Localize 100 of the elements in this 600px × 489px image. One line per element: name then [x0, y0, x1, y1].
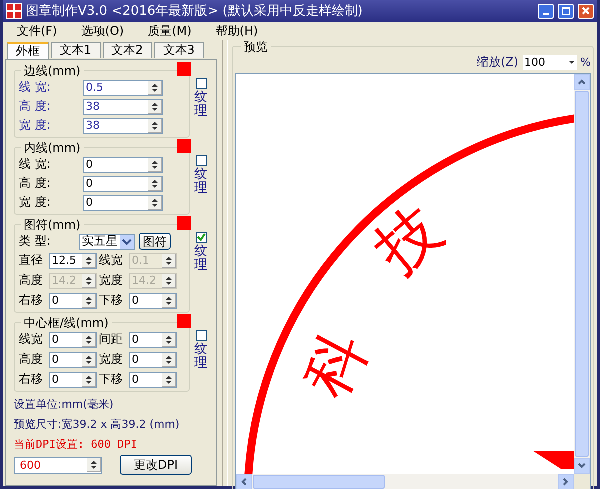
scroll-down-button[interactable] — [574, 458, 590, 474]
spin-field[interactable]: 0 — [129, 292, 177, 308]
scrollbar-thumb[interactable] — [575, 91, 589, 457]
tab[interactable]: 文本1 — [51, 42, 101, 58]
checkmark-icon — [196, 233, 206, 242]
spin-arrows-icon[interactable] — [162, 294, 176, 308]
field-label: 线 宽: — [19, 79, 52, 96]
field-label: 右移 — [19, 292, 44, 309]
texture-label: 纹理 — [194, 168, 208, 197]
color-swatch[interactable] — [177, 62, 191, 76]
color-swatch[interactable] — [177, 314, 191, 328]
spin-arrows-icon[interactable] — [162, 352, 176, 366]
color-swatch[interactable] — [177, 216, 191, 230]
field-label: 右移 — [19, 371, 44, 388]
group-title: 边线(mm) — [21, 63, 84, 80]
close-button[interactable] — [578, 4, 594, 18]
texture-label: 纹理 — [194, 245, 208, 274]
caret-right-icon — [563, 478, 569, 486]
spin-arrows-icon[interactable] — [148, 80, 162, 94]
window-title: 图章制作V3.0 <2016年最新版> (默认采用中反走样绘制) — [26, 3, 364, 20]
change-dpi-button[interactable]: 更改DPI — [120, 455, 192, 475]
spin-arrows-icon[interactable] — [162, 332, 176, 346]
field-label: 宽 度: — [19, 117, 52, 134]
menu-item[interactable]: 选项(O) — [81, 23, 124, 40]
dpi-status-text: 当前DPI设置: 600 DPI — [14, 437, 138, 452]
spin-field[interactable]: 0 — [49, 372, 97, 388]
maximize-icon — [562, 7, 570, 15]
minimize-button[interactable] — [538, 4, 554, 18]
spin-field[interactable]: 38 — [83, 118, 163, 134]
field-label: 类 型: — [19, 233, 52, 250]
caret-up-icon — [578, 79, 586, 85]
spin-field[interactable]: 0.5 — [83, 80, 163, 96]
field-label: 下移 — [99, 292, 124, 309]
field-label: 下移 — [99, 371, 124, 388]
color-swatch[interactable] — [177, 139, 191, 153]
scroll-up-button[interactable] — [574, 74, 590, 90]
close-icon — [582, 7, 590, 15]
scroll-left-button[interactable] — [236, 474, 252, 489]
caret-down-icon — [578, 463, 586, 469]
spin-field[interactable]: 0 — [129, 332, 177, 348]
spin-arrows-icon[interactable] — [162, 372, 176, 386]
type-dropdown[interactable]: 实五星 — [79, 234, 135, 250]
spin-arrows-icon[interactable] — [148, 196, 162, 210]
field-label: 高 度: — [19, 98, 52, 115]
field-label: 线宽 — [99, 252, 124, 269]
spin-field[interactable]: 0 — [83, 194, 163, 210]
scroll-right-button[interactable] — [558, 474, 574, 489]
texture-checkbox[interactable] — [196, 330, 206, 341]
spin-field[interactable]: 0 — [49, 292, 97, 308]
spin-arrows-icon[interactable] — [82, 332, 96, 346]
spin-arrows-icon[interactable] — [82, 294, 96, 308]
spin-field[interactable]: 12.5 — [49, 252, 97, 268]
field-label: 直径 — [19, 252, 44, 269]
group-title: 图符(mm) — [21, 217, 84, 234]
tab[interactable]: 文本3 — [154, 42, 204, 58]
menu-item[interactable]: 文件(F) — [17, 23, 58, 40]
spin-arrows-icon[interactable] — [82, 372, 96, 386]
texture-checkbox[interactable] — [196, 155, 206, 166]
spin-field[interactable]: 0 — [49, 332, 97, 348]
spin-field[interactable]: 0 — [49, 352, 97, 368]
spin-field[interactable]: 0 — [129, 352, 177, 368]
spin-arrows-icon[interactable] — [148, 100, 162, 114]
dpi-field[interactable]: 600 — [14, 456, 102, 474]
group-title: 中心框/线(mm) — [21, 315, 112, 332]
zoom-unit: % — [580, 56, 591, 68]
field-label: 高度 — [19, 272, 44, 289]
group-title: 预览 — [241, 39, 271, 56]
scrollbar-thumb[interactable] — [253, 475, 385, 489]
field-label: 线宽 — [19, 331, 44, 348]
texture-checkbox[interactable] — [196, 232, 206, 243]
spin-arrows-icon[interactable] — [82, 352, 96, 366]
field-label: 线 宽: — [19, 156, 52, 173]
field-label: 宽度 — [99, 272, 124, 289]
tab[interactable]: 文本2 — [102, 42, 152, 58]
info-text: 设置单位:mm(毫米) — [14, 397, 115, 412]
menu-item[interactable]: 质量(M) — [148, 23, 192, 40]
zoom-label: 缩放(Z) — [476, 54, 519, 70]
spin-field[interactable]: 0 — [83, 156, 163, 172]
field-label: 间距 — [99, 331, 124, 348]
spin-field[interactable]: 0 — [129, 372, 177, 388]
spin-arrows-icon — [87, 458, 101, 472]
symbol-button[interactable]: 图符 — [139, 233, 171, 250]
menu-item[interactable]: 帮助(H) — [216, 23, 258, 40]
stamp-character: 科 — [288, 319, 382, 408]
spin-field[interactable]: 0 — [83, 176, 163, 192]
texture-checkbox[interactable] — [196, 78, 206, 89]
tab[interactable]: 外框 — [7, 42, 49, 59]
zoom-dropdown[interactable]: 100 — [522, 54, 577, 70]
spin-arrows-icon[interactable] — [82, 254, 96, 268]
seal-app-icon — [6, 3, 22, 19]
spin-arrows-icon[interactable] — [148, 158, 162, 172]
maximize-button[interactable] — [558, 4, 574, 18]
field-label: 高 度: — [19, 175, 52, 192]
spin-arrows-icon[interactable] — [148, 176, 162, 190]
field-label: 高度 — [19, 351, 44, 368]
texture-label: 纹理 — [194, 91, 208, 120]
field-label: 宽 度: — [19, 194, 52, 211]
spin-field[interactable]: 38 — [83, 98, 163, 114]
field-label: 宽度 — [99, 351, 124, 368]
spin-arrows-icon[interactable] — [148, 118, 162, 132]
